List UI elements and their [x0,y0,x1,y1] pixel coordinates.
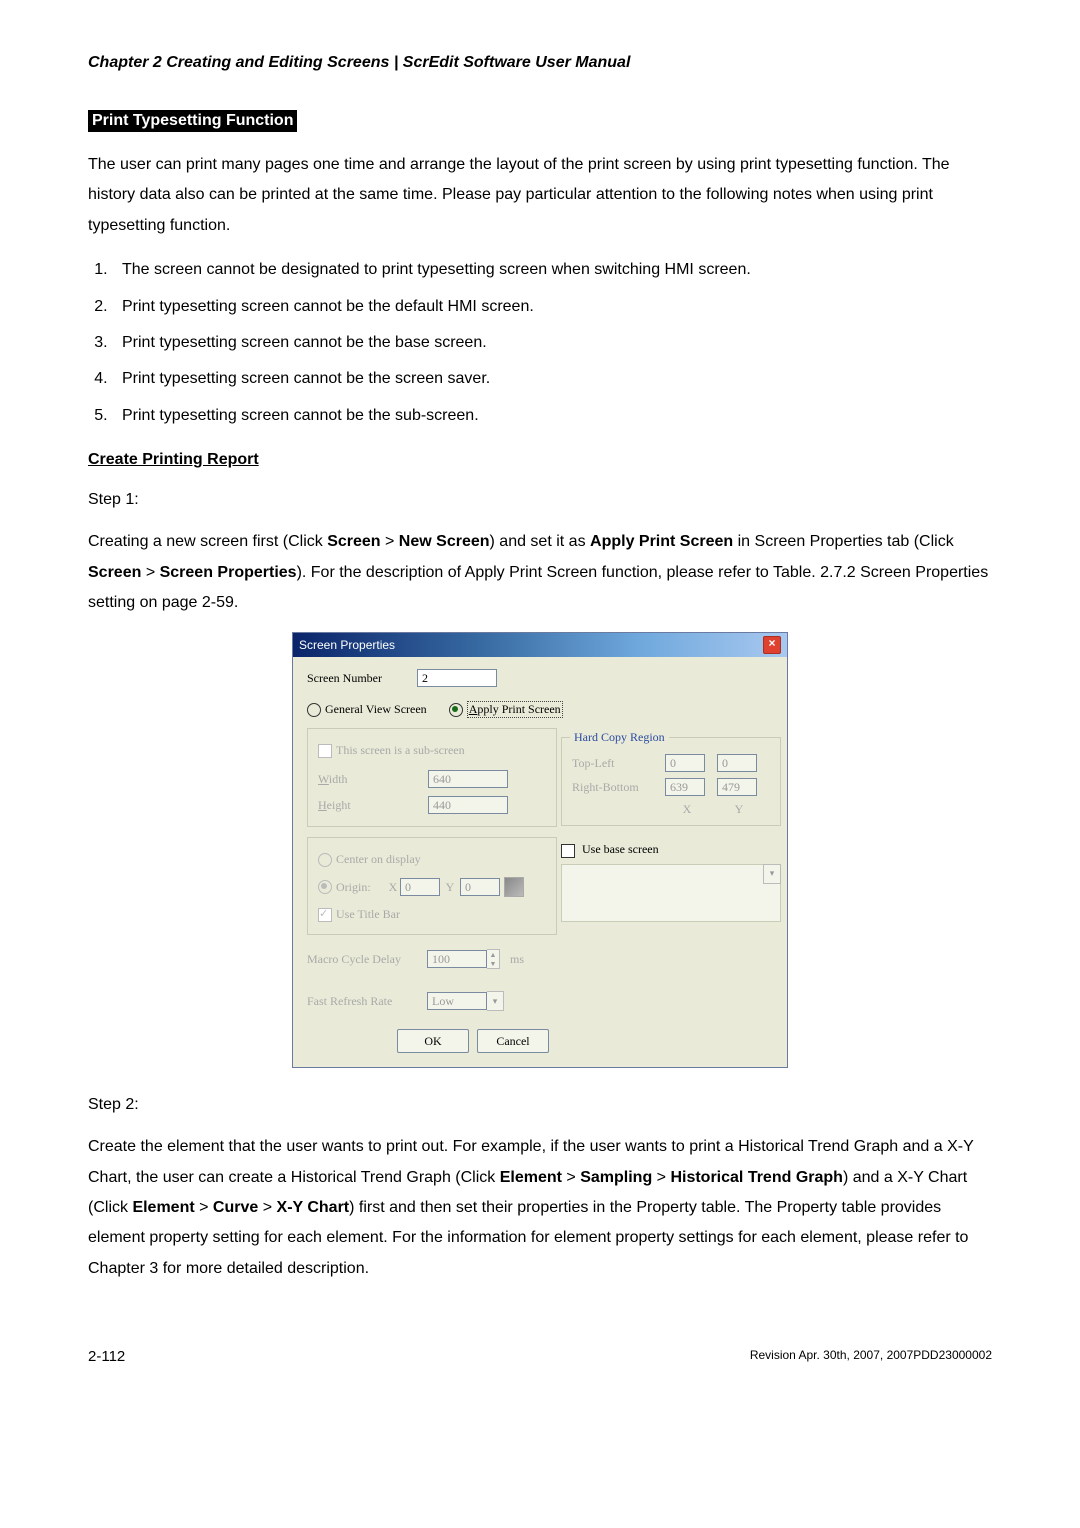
top-left-y-input: 0 [717,754,757,772]
notes-list: The screen cannot be designated to print… [88,255,992,431]
base-screen-select[interactable]: ▾ [561,864,781,922]
note-item: Print typesetting screen cannot be the s… [112,401,992,431]
page-number: 2-112 [88,1348,125,1365]
dialog-title: Screen Properties [299,638,395,652]
macro-unit-label: ms [510,952,524,967]
note-item: Print typesetting screen cannot be the d… [112,292,992,322]
page-footer: 2-112 Revision Apr. 30th, 2007, 2007PDD2… [88,1348,992,1365]
origin-radio [318,880,332,894]
height-label: Height [318,798,428,813]
origin-y-input: 0 [460,878,500,896]
step2-label: Step 2: [88,1096,992,1114]
chevron-down-icon: ▾ [487,991,504,1011]
top-left-label: Top-Left [572,756,657,771]
origin-x-input: 0 [400,878,440,896]
origin-color-swatch[interactable] [504,877,524,897]
spinner-icon: ▲▼ [487,949,500,969]
close-icon[interactable]: × [763,636,781,654]
hc-x-label: X [665,802,709,817]
screen-properties-dialog: Screen Properties × Screen Number 2 Gene… [292,632,788,1068]
title-bar-label: Use Title Bar [336,907,400,922]
height-input: 440 [428,796,508,814]
center-radio [318,853,332,867]
origin-label: Origin: [336,880,386,895]
revision-text: Revision Apr. 30th, 2007, 2007PDD2300000… [750,1348,992,1365]
screen-number-label: Screen Number [307,671,417,686]
dialog-titlebar[interactable]: Screen Properties × [293,633,787,657]
chevron-down-icon[interactable]: ▾ [763,864,781,884]
y-axis-label: Y [440,880,460,895]
title-bar-checkbox [318,908,332,922]
screen-number-input[interactable]: 2 [417,669,497,687]
macro-delay-input: 100 [427,950,487,968]
use-base-checkbox[interactable] [561,844,575,858]
section-title: Print Typesetting Function [88,110,297,132]
note-item: Print typesetting screen cannot be the s… [112,364,992,394]
apply-print-radio[interactable] [449,703,463,717]
hardcopy-legend: Hard Copy Region [570,730,669,745]
subsection-title: Create Printing Report [88,451,992,469]
sub-screen-label: This screen is a sub-screen [336,743,465,758]
note-item: The screen cannot be designated to print… [112,255,992,285]
refresh-rate-select: Low [427,992,487,1010]
hc-y-label: Y [717,802,761,817]
right-bottom-label: Right-Bottom [572,780,657,795]
sub-screen-checkbox [318,744,332,758]
x-axis-label: X [386,880,400,895]
note-item: Print typesetting screen cannot be the b… [112,328,992,358]
cancel-button[interactable]: Cancel [477,1029,549,1053]
ok-button[interactable]: OK [397,1029,469,1053]
right-bottom-y-input: 479 [717,778,757,796]
chapter-header: Chapter 2 Creating and Editing Screens |… [88,54,992,72]
general-view-radio[interactable] [307,703,321,717]
right-bottom-x-input: 639 [665,778,705,796]
macro-delay-label: Macro Cycle Delay [307,952,427,967]
top-left-x-input: 0 [665,754,705,772]
width-label: Width [318,772,428,787]
step1-label: Step 1: [88,491,992,509]
refresh-rate-label: Fast Refresh Rate [307,994,427,1009]
apply-print-label: Apply Print Screen [467,701,563,718]
center-label: Center on display [336,852,421,867]
width-input: 640 [428,770,508,788]
step2-text: Create the element that the user wants t… [88,1132,992,1284]
intro-paragraph: The user can print many pages one time a… [88,150,992,241]
general-view-label: General View Screen [325,702,427,717]
use-base-label: Use base screen [582,842,659,856]
step1-text: Creating a new screen first (Click Scree… [88,527,992,618]
